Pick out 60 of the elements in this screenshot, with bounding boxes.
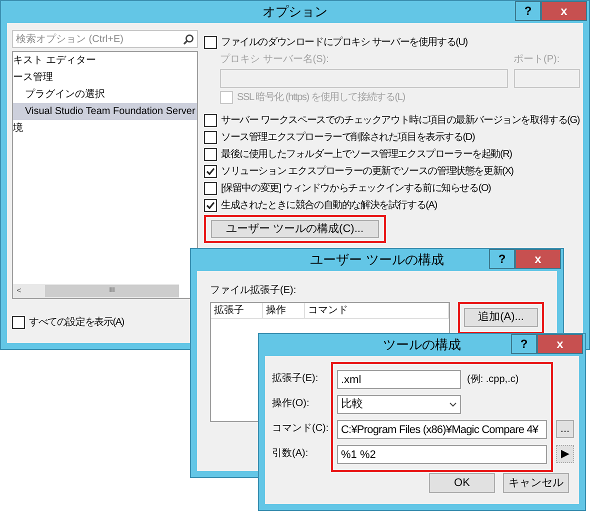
window-title: ユーザー ツールの構成 (310, 251, 444, 270)
window-title: オプション (262, 3, 328, 22)
tree-item[interactable]: ース管理 (13, 69, 197, 86)
field-label: 拡張子(E): (272, 372, 320, 386)
checkbox-label: すべての設定を表示(A) (29, 316, 124, 329)
help-button[interactable]: ? (489, 249, 515, 269)
checkbox[interactable] (204, 148, 217, 161)
checkbox-label: ソリューション エクスプローラーの更新でソースの管理状態を更新(X) (221, 165, 514, 178)
field-label: 操作(O): (272, 397, 310, 411)
help-button[interactable]: ? (515, 1, 541, 21)
search-field[interactable]: 検索オプション (Ctrl+E) (12, 30, 198, 48)
tree-item[interactable]: 境 (13, 120, 197, 137)
search-icon (183, 34, 194, 44)
column-header[interactable]: コマンド (305, 303, 449, 318)
chevron-down-icon (449, 402, 457, 407)
check-icon (206, 167, 215, 176)
scroll-left-button[interactable]: < (13, 285, 25, 297)
check-icon (206, 201, 215, 210)
checkbox-label: サーバー ワークスペースでのチェックアウト時に項目の最新バージョンを取得する(G) (221, 114, 580, 127)
help-button[interactable]: ? (511, 334, 537, 354)
checkbox-label: 最後に使用したフォルダー上でソース管理エクスプローラーを起動(R) (221, 148, 512, 161)
proxy-server-field[interactable] (220, 69, 508, 88)
checkbox-label: ソース管理エクスプローラーで削除された項目を表示する(D) (221, 131, 475, 144)
file-extension-label: ファイル拡張子(E): (210, 284, 298, 298)
extension-field[interactable]: .xml (337, 370, 461, 389)
checkbox[interactable] (204, 182, 217, 195)
browse-button[interactable]: ... (556, 420, 574, 438)
close-button[interactable]: x (537, 334, 583, 354)
close-button[interactable]: x (515, 249, 561, 269)
field-label: コマンド(C): (272, 422, 330, 436)
column-header[interactable]: 操作 (263, 303, 305, 318)
port-label: ポート(P): (514, 53, 561, 67)
checkbox[interactable] (204, 199, 217, 212)
checkbox[interactable] (204, 114, 217, 127)
close-button[interactable]: x (541, 1, 587, 21)
extension-hint: (例: .cpp,.c) (467, 373, 519, 387)
arguments-menu-button[interactable]: ▶ (556, 445, 574, 463)
operation-dropdown[interactable]: 比較 (337, 395, 461, 414)
window-title: ツールの構成 (383, 336, 461, 354)
command-field[interactable]: C:¥Program Files (x86)¥Magic Compare 4¥ (337, 420, 547, 439)
tree-item[interactable]: プラグインの選択 (13, 86, 197, 103)
checkbox[interactable] (204, 131, 217, 144)
field-label: 引数(A): (272, 447, 310, 461)
tree-item[interactable]: Visual Studio Team Foundation Server (13, 103, 197, 120)
checkbox-label: [保留中の変更] ウィンドウからチェックインする前に知らせる(O) (221, 182, 491, 195)
checkbox[interactable] (204, 36, 217, 49)
tree-item[interactable]: キスト エディター (13, 52, 197, 69)
column-header[interactable]: 拡張子 (211, 303, 263, 318)
arguments-field[interactable]: %1 %2 (337, 445, 547, 464)
add-button[interactable]: 追加(A)... (464, 308, 538, 327)
checkbox-label: 生成されたときに競合の自動的な解決を試行する(A) (221, 199, 437, 212)
checkbox[interactable] (12, 316, 25, 329)
checkbox-label: ファイルのダウンロードにプロキシ サーバーを使用する(U) (221, 36, 468, 49)
proxy-server-label: プロキシ サーバー名(S): (220, 52, 330, 67)
port-field[interactable] (514, 69, 580, 88)
checkbox-label: SSL 暗号化 (https) を使用して接続する(L) (237, 91, 405, 104)
ok-button[interactable]: OK (429, 473, 495, 493)
cancel-button[interactable]: キャンセル (503, 473, 569, 493)
checkbox[interactable] (204, 165, 217, 178)
configure-user-tools-button[interactable]: ユーザー ツールの構成(C)... (211, 220, 378, 238)
